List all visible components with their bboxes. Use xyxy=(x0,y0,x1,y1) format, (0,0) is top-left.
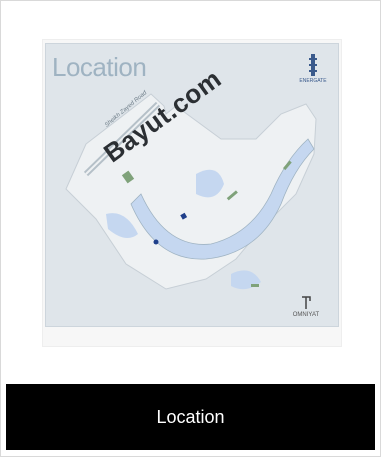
brand-text: ENERGATE xyxy=(299,78,327,84)
developer-text: OMNIYAT xyxy=(292,312,320,318)
image-caption-bar: Location xyxy=(6,384,375,450)
gallery-frame: Location Sheikh Zayed Road ENERGATE OMNI… xyxy=(0,0,381,457)
location-map-image[interactable]: Location Sheikh Zayed Road ENERGATE OMNI… xyxy=(42,39,342,347)
omniyat-logo-icon xyxy=(302,296,311,309)
map-title: Location xyxy=(52,52,147,82)
location-marker xyxy=(153,239,159,245)
image-viewer[interactable]: Location Sheikh Zayed Road ENERGATE OMNI… xyxy=(6,6,375,375)
caption-text: Location xyxy=(156,406,225,427)
developer-logo: OMNIYAT xyxy=(286,296,326,318)
green-strip xyxy=(251,284,259,287)
map-sheet: Location Sheikh Zayed Road ENERGATE OMNI… xyxy=(45,43,339,327)
building-logo-icon xyxy=(309,54,317,76)
brand-logo: ENERGATE xyxy=(298,54,328,84)
